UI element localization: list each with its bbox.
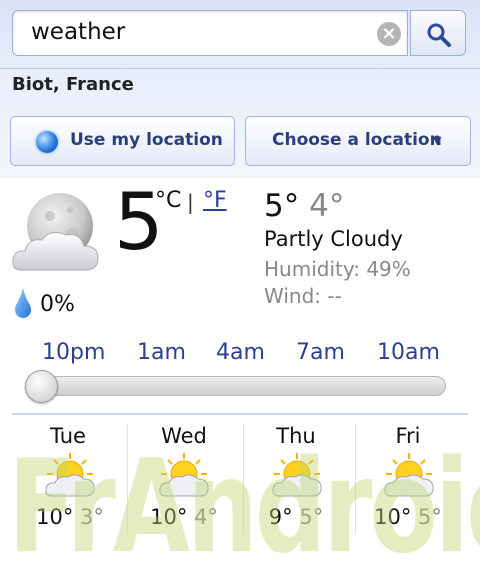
search-button[interactable] <box>410 10 466 56</box>
forecast-day: Tue <box>50 424 86 448</box>
clear-icon[interactable]: × <box>377 22 401 46</box>
today-high: 5° <box>264 188 300 224</box>
forecast-low: 5° <box>418 505 442 529</box>
forecast-day: Wed <box>161 424 207 448</box>
sun-cloud-icon <box>272 453 322 497</box>
unit-separator: | <box>187 190 194 214</box>
forecast-temps: 10° 4° <box>129 505 239 529</box>
use-my-location-button[interactable]: Use my location <box>10 116 235 166</box>
celsius-unit: °C <box>155 188 182 213</box>
use-my-location-label: Use my location <box>70 130 223 150</box>
search-query[interactable]: weather <box>31 19 125 45</box>
column-divider <box>127 424 128 534</box>
wind-text: Wind: -- <box>264 284 342 308</box>
raindrop-icon <box>15 288 31 318</box>
today-low: 4° <box>309 188 345 224</box>
humidity-text: Humidity: 49% <box>264 257 411 281</box>
sun-cloud-icon <box>45 453 95 497</box>
forecast-temps: 10° 5° <box>353 505 463 529</box>
forecast-high: 10° <box>36 505 74 529</box>
sun-cloud-icon <box>384 453 434 497</box>
header-divider <box>0 68 480 69</box>
forecast-low: 4° <box>194 505 218 529</box>
forecast-high: 10° <box>150 505 188 529</box>
fahrenheit-link[interactable]: °F <box>203 188 227 213</box>
dropdown-arrow-icon: ▼ <box>433 134 442 147</box>
forecast-divider <box>12 413 468 415</box>
choose-location-button[interactable]: Choose a location ▼ <box>245 116 471 166</box>
moon-cloud-icon <box>12 193 99 271</box>
forecast-high: 9° <box>268 505 293 529</box>
search-input[interactable]: weather × <box>12 10 408 56</box>
hour-label[interactable]: 10pm <box>42 340 105 365</box>
hour-slider-thumb[interactable] <box>25 370 58 403</box>
choose-location-label: Choose a location <box>272 130 442 150</box>
hour-label[interactable]: 4am <box>216 340 265 365</box>
location-globe-icon <box>36 131 58 153</box>
search-icon <box>427 23 451 47</box>
search-header: weather × Biot, France Use my location C… <box>0 0 480 178</box>
condition-text: Partly Cloudy <box>264 227 403 251</box>
forecast-day: Fri <box>395 424 421 448</box>
hour-label[interactable]: 10am <box>377 340 440 365</box>
hour-label[interactable]: 7am <box>296 340 345 365</box>
location-name: Biot, France <box>12 74 134 95</box>
forecast-temps: 10° 3° <box>15 505 125 529</box>
forecast-low: 5° <box>299 505 324 529</box>
forecast-day: Thu <box>276 424 316 448</box>
high-low: 5° 4° <box>264 188 344 224</box>
forecast-high: 10° <box>374 505 412 529</box>
forecast-temps: 9° 5° <box>241 505 351 529</box>
precipitation-chance: 0% <box>40 292 75 317</box>
sun-cloud-icon <box>159 453 209 497</box>
hour-slider-track[interactable] <box>28 376 446 396</box>
forecast-low: 3° <box>80 505 104 529</box>
hour-label[interactable]: 1am <box>137 340 186 365</box>
